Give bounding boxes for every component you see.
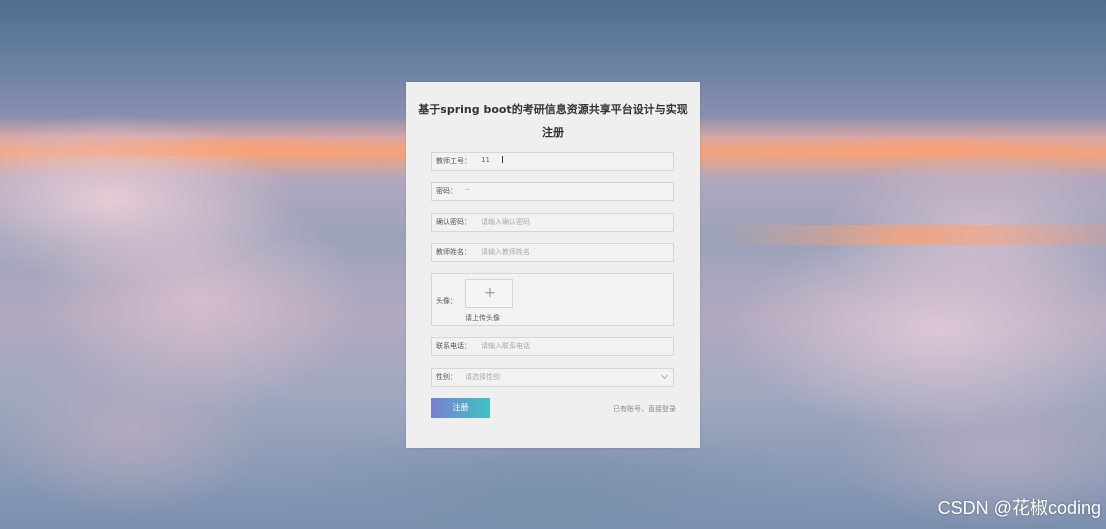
password-input[interactable]: ·· — [465, 186, 469, 194]
avatar-field: 头像： + 请上传头像 — [431, 273, 674, 326]
teacher-name-input[interactable]: 请输入教师姓名 — [481, 247, 530, 257]
register-button[interactable]: 注册 — [431, 398, 490, 418]
page-title: 基于spring boot的考研信息资源共享平台设计与实现注册 — [418, 103, 688, 139]
avatar-label: 头像： — [436, 297, 457, 305]
phone-field[interactable]: 联系电话： 请输入联系电话 — [431, 337, 674, 356]
teacher-name-field[interactable]: 教师姓名： 请输入教师姓名 — [431, 243, 674, 262]
teacher-id-field[interactable]: 教师工号： 11 I — [431, 152, 674, 171]
teacher-id-label: 教师工号： — [436, 157, 471, 165]
text-cursor-icon: I — [501, 155, 504, 166]
gender-select[interactable]: 性别： 请选择性别 — [431, 368, 674, 387]
plus-icon: + — [484, 285, 496, 301]
phone-label: 联系电话： — [436, 342, 471, 350]
sunset-band-right — [720, 225, 1106, 245]
password-field[interactable]: 密码： ·· — [431, 182, 674, 201]
confirm-password-label: 确认密码： — [436, 218, 471, 226]
avatar-upload-button[interactable]: + — [465, 279, 513, 308]
confirm-password-input[interactable]: 请输入确认密码 — [481, 217, 530, 227]
chevron-down-icon[interactable] — [660, 371, 669, 380]
confirm-password-field[interactable]: 确认密码： 请输入确认密码 — [431, 213, 674, 232]
avatar-upload-tip: 请上传头像 — [465, 314, 500, 322]
teacher-name-label: 教师姓名： — [436, 248, 471, 256]
phone-input[interactable]: 请输入联系电话 — [481, 341, 530, 351]
gender-label: 性别： — [436, 373, 457, 381]
register-panel: 基于spring boot的考研信息资源共享平台设计与实现注册 教师工号： 11… — [406, 82, 700, 448]
password-label: 密码： — [436, 187, 457, 195]
csdn-watermark: CSDN @花椒coding — [937, 498, 1101, 518]
teacher-id-input[interactable]: 11 — [481, 156, 490, 164]
login-link[interactable]: 已有账号，直接登录 — [613, 404, 676, 414]
gender-placeholder: 请选择性别 — [465, 373, 500, 381]
